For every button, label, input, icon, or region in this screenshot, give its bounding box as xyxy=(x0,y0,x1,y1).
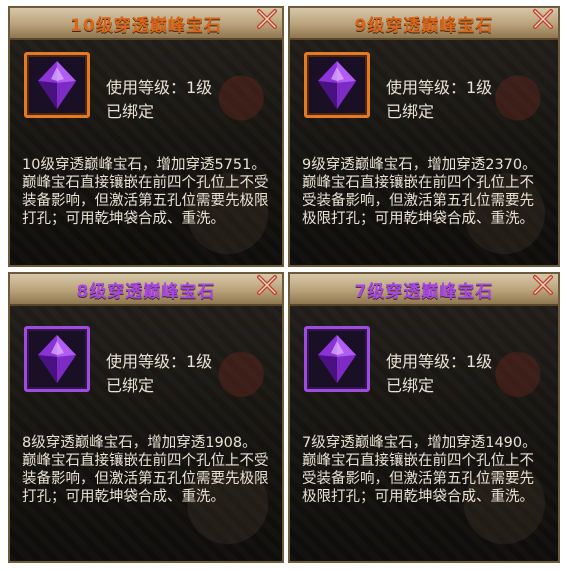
item-description: 8级穿透巅峰宝石，增加穿透1908。 巅峰宝石直接镶嵌在前四个孔位上不受装备影响… xyxy=(22,434,272,506)
use-level: 使用等级：1级 xyxy=(386,352,493,371)
rule-text: 巅峰宝石直接镶嵌在前四个孔位上不受装备影响，但激活第五孔位需要先极限打孔；可用乾… xyxy=(302,175,534,227)
use-level: 使用等级：1级 xyxy=(106,78,213,97)
effect-text: 7级穿透巅峰宝石，增加穿透1490。 xyxy=(302,435,537,451)
purple-gem-icon xyxy=(38,61,76,109)
rule-text: 巅峰宝石直接镶嵌在前四个孔位上不受装备影响，但激活第五孔位需要先极限打孔；可用乾… xyxy=(22,453,269,505)
effect-text: 9级穿透巅峰宝石，增加穿透2370。 xyxy=(302,157,537,173)
close-icon[interactable] xyxy=(530,274,556,298)
gem-tooltip-card-10: 10级穿透巅峰宝石 使用等级：1级 已绑定 10级穿透巅峰宝石，增加穿透5751… xyxy=(8,6,284,267)
title-bar: 8级穿透巅峰宝石 xyxy=(10,274,282,306)
purple-gem-icon xyxy=(318,335,356,383)
effect-text: 8级穿透巅峰宝石，增加穿透1908。 xyxy=(22,435,257,451)
item-title: 8级穿透巅峰宝石 xyxy=(76,281,216,302)
item-icon-frame xyxy=(304,52,370,118)
item-icon-frame xyxy=(304,326,370,392)
gem-tooltip-card-9: 9级穿透巅峰宝石 使用等级：1级 已绑定 9级穿透巅峰宝石，增加穿透2370。 … xyxy=(288,6,560,267)
item-description: 9级穿透巅峰宝石，增加穿透2370。 巅峰宝石直接镶嵌在前四个孔位上不受装备影响… xyxy=(302,156,548,228)
item-info: 使用等级：1级 已绑定 xyxy=(106,350,212,398)
item-description: 7级穿透巅峰宝石，增加穿透1490。 巅峰宝石直接镶嵌在前四个孔位上不受装备影响… xyxy=(302,434,548,506)
effect-text: 10级穿透巅峰宝石，增加穿透5751。 xyxy=(22,157,266,173)
gem-tooltip-card-7: 7级穿透巅峰宝石 使用等级：1级 已绑定 7级穿透巅峰宝石，增加穿透1490。 … xyxy=(288,272,560,563)
item-title: 10级穿透巅峰宝石 xyxy=(70,15,222,36)
item-title: 9级穿透巅峰宝石 xyxy=(354,15,494,36)
title-bar: 10级穿透巅峰宝石 xyxy=(10,8,282,40)
bound-status: 已绑定 xyxy=(386,376,435,395)
close-icon[interactable] xyxy=(530,8,556,32)
gem-tooltip-card-8: 8级穿透巅峰宝石 使用等级：1级 已绑定 8级穿透巅峰宝石，增加穿透1908。 … xyxy=(8,272,284,563)
bound-status: 已绑定 xyxy=(106,102,155,121)
purple-gem-icon xyxy=(318,61,356,109)
use-level: 使用等级：1级 xyxy=(386,78,493,97)
item-title: 7级穿透巅峰宝石 xyxy=(354,281,494,302)
title-bar: 7级穿透巅峰宝石 xyxy=(290,274,558,306)
purple-gem-icon xyxy=(38,335,76,383)
item-icon-frame xyxy=(24,52,90,118)
gem-tooltip-grid: 10级穿透巅峰宝石 使用等级：1级 已绑定 10级穿透巅峰宝石，增加穿透5751… xyxy=(0,0,567,571)
title-bar: 9级穿透巅峰宝石 xyxy=(290,8,558,40)
bound-status: 已绑定 xyxy=(106,376,155,395)
use-level: 使用等级：1级 xyxy=(106,352,213,371)
item-description: 10级穿透巅峰宝石，增加穿透5751。 巅峰宝石直接镶嵌在前四个孔位上不受装备影… xyxy=(22,156,272,228)
item-info: 使用等级：1级 已绑定 xyxy=(386,76,492,124)
rule-text: 巅峰宝石直接镶嵌在前四个孔位上不受装备影响，但激活第五孔位需要先极限打孔；可用乾… xyxy=(22,175,269,227)
bound-status: 已绑定 xyxy=(386,102,435,121)
close-icon[interactable] xyxy=(254,274,280,298)
rule-text: 巅峰宝石直接镶嵌在前四个孔位上不受装备影响，但激活第五孔位需要先极限打孔；可用乾… xyxy=(302,453,534,505)
item-icon-frame xyxy=(24,326,90,392)
item-info: 使用等级：1级 已绑定 xyxy=(106,76,212,124)
item-info: 使用等级：1级 已绑定 xyxy=(386,350,492,398)
close-icon[interactable] xyxy=(254,8,280,32)
